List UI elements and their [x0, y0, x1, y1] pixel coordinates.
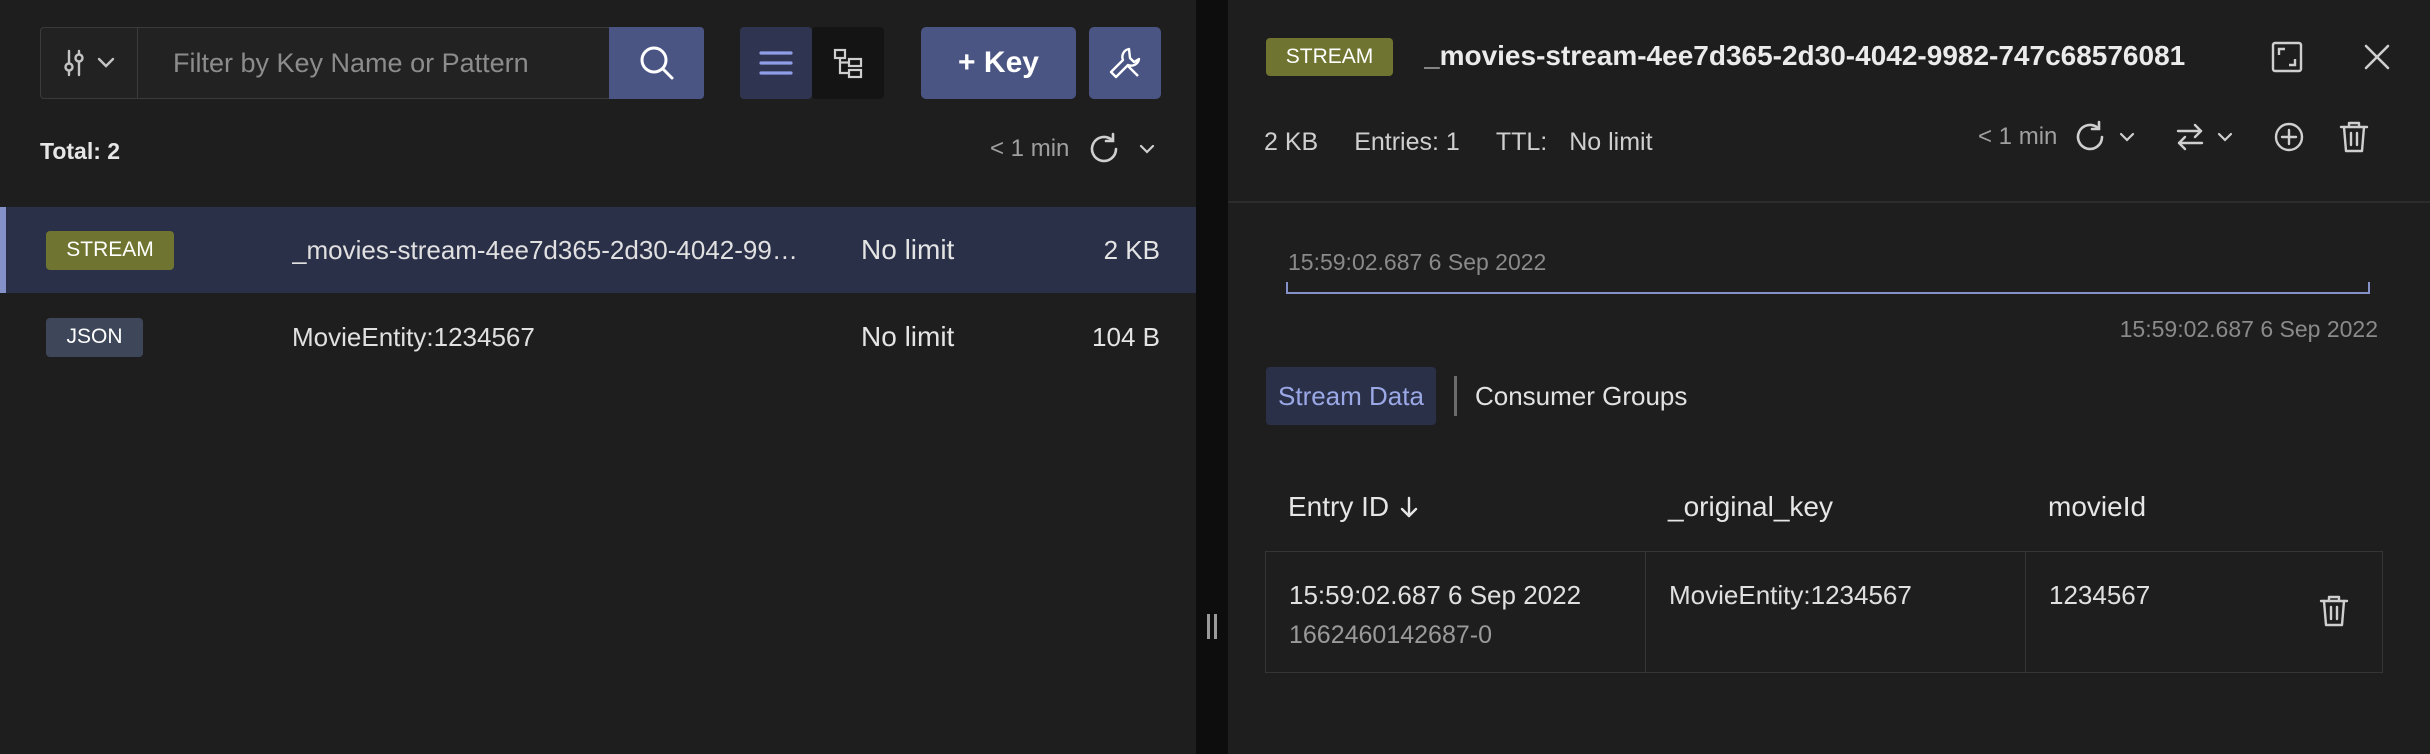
stream-tabs: Stream Data Consumer Groups	[1266, 367, 1699, 425]
entries-count: Entries: 1	[1354, 128, 1460, 156]
key-metadata: 2 KB Entries: 1 TTL: No limit	[1264, 128, 1653, 157]
key-name: _movies-stream-4ee7d365-2d30-4042-9982-7…	[292, 234, 812, 265]
search-button[interactable]	[609, 27, 704, 99]
key-size: 2 KB	[1103, 234, 1160, 265]
entry-id: 1662460142687-0	[1289, 621, 1492, 649]
resize-grip-icon[interactable]	[1207, 614, 1217, 639]
auto-refresh-control: < 1 min	[990, 132, 1155, 166]
column-header-entry-id[interactable]: Entry ID	[1288, 491, 1419, 523]
timeline-end-label: 15:59:02.687 6 Sep 2022	[2119, 316, 2378, 342]
column-header-label: Entry ID	[1288, 491, 1390, 522]
tab-stream-data[interactable]: Stream Data	[1266, 367, 1436, 425]
key-type-filter-dropdown[interactable]	[41, 28, 138, 98]
tab-consumer-groups[interactable]: Consumer Groups	[1457, 367, 1699, 425]
chevron-down-icon[interactable]	[1139, 144, 1155, 154]
stream-range-slider[interactable]	[1286, 282, 2370, 294]
trash-icon[interactable]	[2339, 120, 2369, 154]
last-refresh-time: < 1 min	[1978, 123, 2058, 150]
timeline-start-label: 15:59:02.687 6 Sep 2022	[1288, 249, 1547, 275]
stream-entries-table: Entry ID _original_key movieId 15:59:02.…	[1265, 463, 2383, 673]
wrench-icon	[1107, 45, 1143, 81]
table-header-row: Entry ID _original_key movieId	[1265, 463, 2383, 551]
ttl-info: TTL: No limit	[1496, 128, 1653, 157]
key-name: MovieEntity:1234567	[292, 321, 535, 352]
movie-id-value: 1234567	[2049, 580, 2151, 610]
panel-resize-divider[interactable]	[1196, 0, 1228, 754]
chevron-down-icon[interactable]	[2119, 132, 2135, 142]
key-list-row[interactable]: JSON MovieEntity:1234567 No limit 104 B	[0, 294, 1196, 380]
format-switch-icon[interactable]	[2175, 122, 2205, 152]
column-header-movie-id: movieId	[2048, 491, 2147, 522]
key-type-badge: JSON	[46, 317, 143, 357]
entry-timestamp: 15:59:02.687 6 Sep 2022	[1289, 580, 1582, 610]
add-key-button[interactable]: + Key	[921, 27, 1076, 99]
list-icon	[758, 49, 794, 77]
key-size: 104 B	[1092, 321, 1160, 352]
table-row: 15:59:02.687 6 Sep 2022 1662460142687-0 …	[1265, 551, 2383, 673]
sort-descending-icon[interactable]	[1399, 495, 1419, 519]
list-view-button[interactable]	[740, 27, 812, 99]
last-refresh-time: < 1 min	[990, 135, 1070, 162]
close-icon[interactable]	[2358, 38, 2396, 76]
search-icon	[638, 44, 676, 82]
key-details-header: STREAM _movies-stream-4ee7d365-2d30-4042…	[1228, 0, 2430, 203]
chevron-down-icon	[97, 57, 115, 69]
tree-icon	[832, 47, 864, 79]
workbench-button[interactable]	[1089, 27, 1161, 99]
movie-id-cell[interactable]: 1234567	[2026, 552, 2382, 672]
filter-bar	[40, 27, 704, 99]
trash-icon[interactable]	[2319, 594, 2349, 628]
key-toolbar: < 1 min	[1978, 120, 2369, 154]
key-type-badge: STREAM	[1266, 38, 1393, 76]
filter-sliders-icon	[63, 48, 85, 78]
total-keys-count: Total: 2	[40, 138, 121, 164]
ttl-label: TTL:	[1495, 128, 1548, 156]
key-name-title[interactable]: _movies-stream-4ee7d365-2d30-4042-9982-7…	[1424, 40, 2244, 72]
refresh-icon[interactable]	[2073, 120, 2107, 154]
column-header-original-key: _original_key	[1668, 491, 1833, 522]
key-ttl: No limit	[861, 321, 955, 352]
view-toggle	[740, 27, 885, 99]
tree-view-button[interactable]	[812, 27, 884, 99]
key-type-badge: STREAM	[46, 230, 174, 270]
key-details-panel: STREAM _movies-stream-4ee7d365-2d30-4042…	[1228, 0, 2430, 754]
key-size: 2 KB	[1264, 128, 1319, 156]
key-ttl: No limit	[861, 234, 955, 265]
key-list-panel: + Key Total: 2 < 1 min STREAM _movies-st…	[0, 0, 1196, 754]
add-entry-icon[interactable]	[2273, 121, 2305, 153]
original-key-cell[interactable]: MovieEntity:1234567	[1646, 552, 2026, 672]
chevron-down-icon[interactable]	[2217, 132, 2233, 142]
filter-key-input[interactable]	[138, 28, 609, 98]
key-list-row[interactable]: STREAM _movies-stream-4ee7d365-2d30-4042…	[0, 207, 1196, 293]
fullscreen-icon[interactable]	[2268, 38, 2306, 76]
ttl-value[interactable]: No limit	[1569, 128, 1652, 157]
entry-id-cell: 15:59:02.687 6 Sep 2022 1662460142687-0	[1266, 552, 1646, 672]
refresh-icon[interactable]	[1087, 132, 1121, 166]
